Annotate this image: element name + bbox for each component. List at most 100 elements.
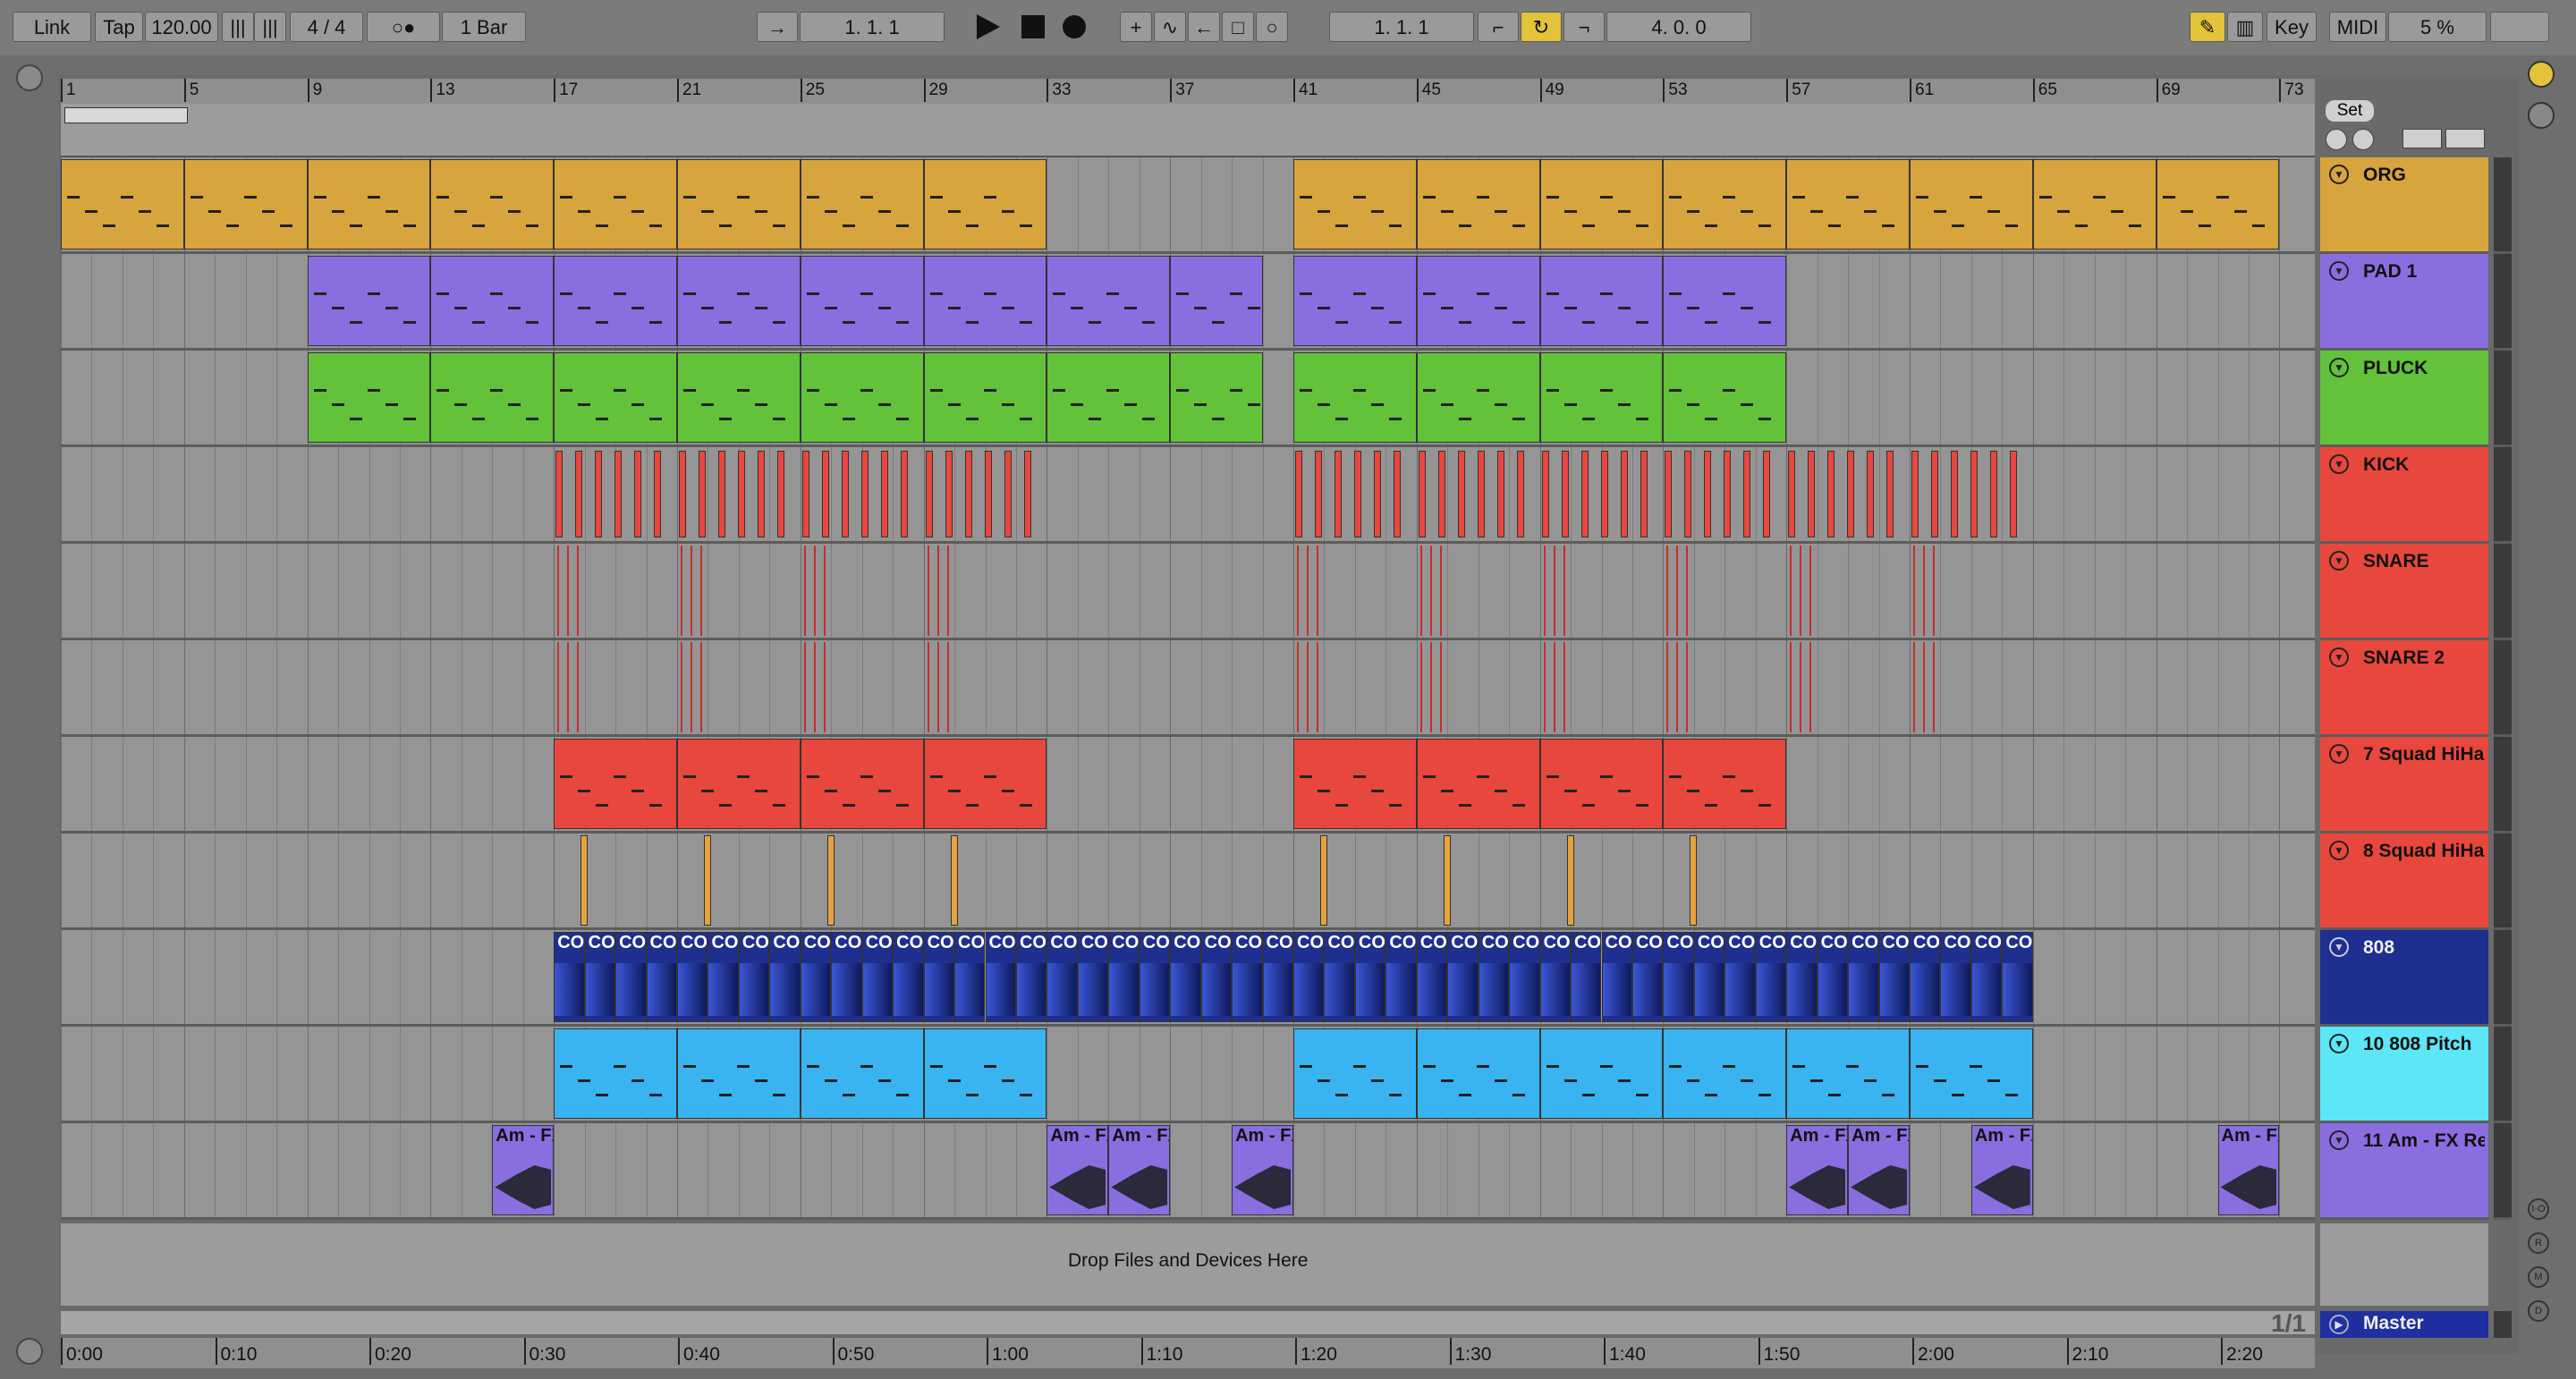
clip[interactable]: CO — [1015, 932, 1047, 1022]
clip[interactable]: CO — [615, 932, 647, 1022]
clip[interactable]: CO — [1509, 932, 1540, 1022]
track-lane[interactable] — [61, 351, 2315, 447]
clip[interactable]: CO — [1631, 932, 1664, 1022]
arrangement-view-icon[interactable] — [2528, 61, 2555, 88]
clip[interactable] — [1663, 256, 1787, 346]
clip[interactable] — [923, 739, 1047, 829]
session-record-icon[interactable]: ○ — [1256, 12, 1288, 42]
clip[interactable] — [1416, 352, 1540, 443]
clip[interactable]: CO — [1786, 932, 1818, 1022]
track-fold-icon[interactable]: ▼ — [2329, 165, 2349, 184]
master-track-header[interactable]: ▶ Master — [2320, 1311, 2488, 1338]
clip[interactable] — [1786, 159, 1910, 250]
clip[interactable] — [1540, 449, 1664, 539]
clip[interactable] — [1417, 449, 1540, 539]
clip[interactable]: CO — [1354, 932, 1386, 1022]
clip[interactable]: CO — [1200, 932, 1233, 1022]
tempo-field[interactable]: 120.00 — [145, 12, 218, 42]
clip[interactable]: CO — [1878, 932, 1910, 1022]
track-fold-icon[interactable]: ▼ — [2329, 937, 2349, 957]
clip[interactable] — [430, 256, 555, 346]
clip[interactable]: CO — [1601, 932, 1632, 1022]
clip[interactable] — [677, 739, 801, 829]
clip[interactable] — [1293, 739, 1417, 829]
clip[interactable] — [1663, 546, 1786, 636]
clip[interactable] — [1786, 449, 1910, 539]
clip[interactable] — [677, 159, 801, 250]
track-fold-icon[interactable]: ▼ — [2329, 358, 2349, 377]
computer-midi-keyboard-icon[interactable]: ▥ — [2227, 12, 2263, 42]
clip[interactable] — [1663, 352, 1787, 443]
clip[interactable]: CO — [1139, 932, 1171, 1022]
clip[interactable]: CO — [1539, 932, 1572, 1022]
nudge-down-icon[interactable]: ||| — [222, 12, 254, 42]
clip[interactable] — [1293, 835, 1417, 926]
expand-tracks-icon[interactable] — [2402, 129, 2442, 148]
clip[interactable]: CO — [954, 932, 986, 1022]
browser-toggle-icon[interactable] — [16, 64, 43, 91]
clip[interactable]: CO — [1416, 932, 1448, 1022]
clip[interactable] — [430, 159, 555, 250]
track-header[interactable]: ▼ PAD 1 — [2320, 254, 2488, 351]
clip[interactable]: CO — [2002, 932, 2033, 1022]
clip[interactable] — [1293, 642, 1417, 732]
loop-length-field[interactable]: 4. 0. 0 — [1606, 12, 1751, 42]
clip[interactable] — [1417, 642, 1540, 732]
track-fold-icon[interactable]: ▼ — [2329, 1130, 2349, 1150]
clip[interactable]: CO — [1478, 932, 1510, 1022]
clip[interactable] — [554, 352, 677, 443]
track-lane[interactable] — [61, 1027, 2315, 1123]
clip[interactable] — [1910, 449, 2033, 539]
clip[interactable] — [1539, 352, 1664, 443]
clip[interactable]: CO — [893, 932, 924, 1022]
next-locator-icon[interactable] — [2352, 129, 2374, 150]
clip[interactable] — [1293, 1028, 1417, 1119]
clip[interactable] — [1663, 835, 1786, 926]
clip[interactable] — [1416, 159, 1540, 250]
clip[interactable] — [1786, 546, 1910, 636]
midi-map-button[interactable]: MIDI — [2329, 12, 2386, 42]
clip[interactable] — [61, 159, 184, 250]
metronome-toggle[interactable]: ○● — [367, 12, 440, 42]
track-header[interactable]: ▼ 8 Squad HiHa — [2320, 833, 2488, 930]
clip[interactable]: Am - FX — [492, 1125, 555, 1215]
clip[interactable] — [677, 256, 801, 346]
loop-switch-icon[interactable]: ↻ — [1521, 12, 1562, 42]
follow-icon[interactable]: → — [757, 12, 798, 42]
clip[interactable] — [1417, 835, 1540, 926]
tap-tempo-button[interactable]: Tap — [95, 12, 143, 42]
returns-toggle-icon[interactable]: R — [2528, 1232, 2549, 1254]
clip[interactable]: CO — [1262, 932, 1293, 1022]
clip[interactable] — [1416, 256, 1540, 346]
clip[interactable] — [1910, 642, 2033, 732]
clip[interactable] — [923, 352, 1047, 443]
clip[interactable]: Am - FX — [1970, 1125, 2033, 1215]
track-lane[interactable] — [61, 254, 2315, 351]
clip[interactable]: CO — [708, 932, 739, 1022]
clip[interactable] — [1540, 546, 1664, 636]
clip[interactable] — [1539, 256, 1664, 346]
clip[interactable]: CO — [646, 932, 677, 1022]
track-lane[interactable] — [61, 640, 2315, 737]
clip[interactable] — [1663, 449, 1786, 539]
clip[interactable] — [1293, 546, 1417, 636]
clip[interactable] — [1293, 449, 1417, 539]
clip[interactable] — [677, 835, 801, 926]
clip[interactable]: CO — [1108, 932, 1140, 1022]
capture-icon[interactable]: □ — [1222, 12, 1254, 42]
clip[interactable] — [554, 739, 677, 829]
lock-icon[interactable] — [2445, 129, 2485, 148]
clip[interactable] — [800, 1028, 924, 1119]
clip[interactable] — [430, 352, 555, 443]
clip[interactable]: CO — [1170, 932, 1201, 1022]
clip[interactable]: Am - FX — [1848, 1125, 1910, 1215]
clip[interactable]: CO — [1077, 932, 1109, 1022]
clip[interactable]: CO — [1848, 932, 1879, 1022]
clip[interactable]: CO — [584, 932, 616, 1022]
clip[interactable] — [554, 835, 677, 926]
nudge-up-icon[interactable]: ||| — [254, 12, 286, 42]
clip[interactable]: CO — [738, 932, 770, 1022]
clip[interactable] — [1539, 159, 1664, 250]
beat-time-ruler[interactable]: 1 5 9 13 17 21 25 29 33 37 41 45 49 53 57 61 65 69 73 — [61, 79, 2315, 104]
clip[interactable]: CO — [985, 932, 1016, 1022]
